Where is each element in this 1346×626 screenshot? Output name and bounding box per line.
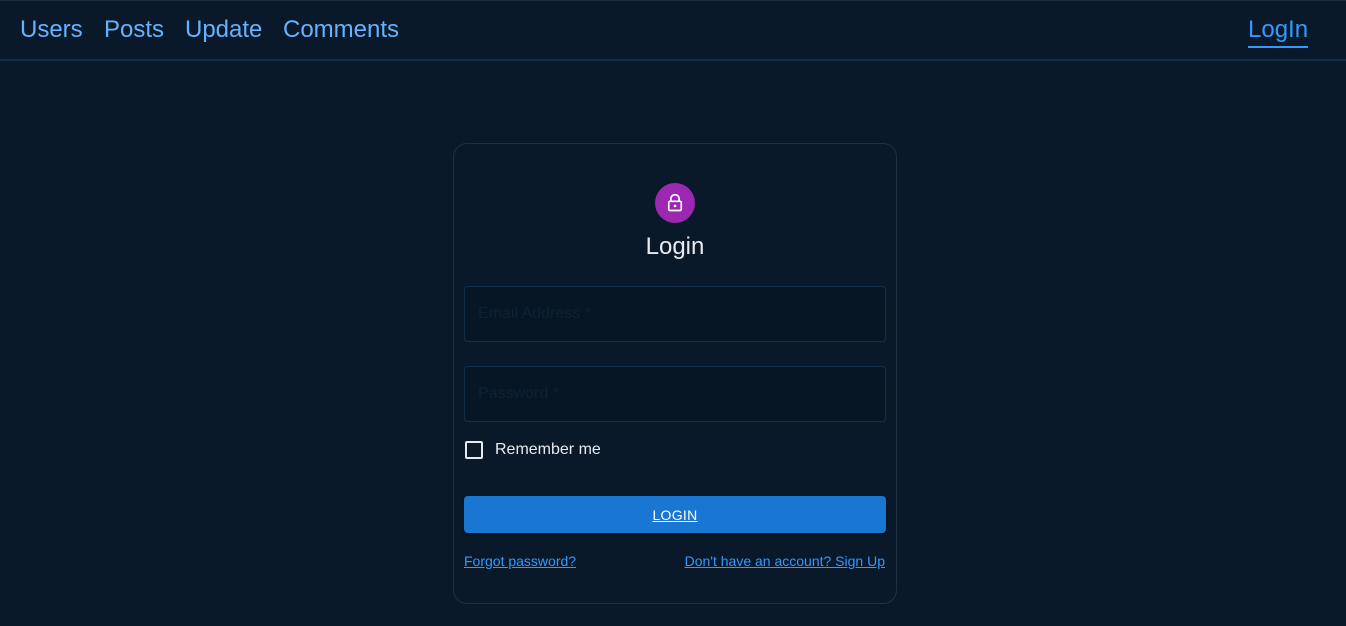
lock-avatar xyxy=(655,183,695,223)
page-title: Login xyxy=(645,233,705,260)
nav-link-update[interactable]: Update xyxy=(185,16,262,44)
nav-link-comments[interactable]: Comments xyxy=(283,16,399,44)
remember-me-checkbox[interactable] xyxy=(465,441,483,459)
login-card: Login Remember me LOGIN Forgot password?… xyxy=(453,143,897,604)
password-input[interactable] xyxy=(465,367,885,421)
nav-link-posts[interactable]: Posts xyxy=(104,16,164,44)
forgot-password-link[interactable]: Forgot password? xyxy=(464,553,576,569)
remember-me-control[interactable]: Remember me xyxy=(465,441,601,459)
nav-link-login[interactable]: LogIn xyxy=(1248,16,1309,48)
lock-icon xyxy=(667,193,683,212)
nav-link-users[interactable]: Users xyxy=(20,16,83,44)
login-button[interactable]: LOGIN xyxy=(464,496,886,533)
remember-me-label: Remember me xyxy=(495,441,601,458)
email-field xyxy=(464,286,886,342)
password-field xyxy=(464,366,886,422)
sign-up-link[interactable]: Don't have an account? Sign Up xyxy=(685,553,885,569)
top-nav-bar: Users Posts Update Comments LogIn xyxy=(0,0,1346,61)
email-input[interactable] xyxy=(465,287,885,341)
